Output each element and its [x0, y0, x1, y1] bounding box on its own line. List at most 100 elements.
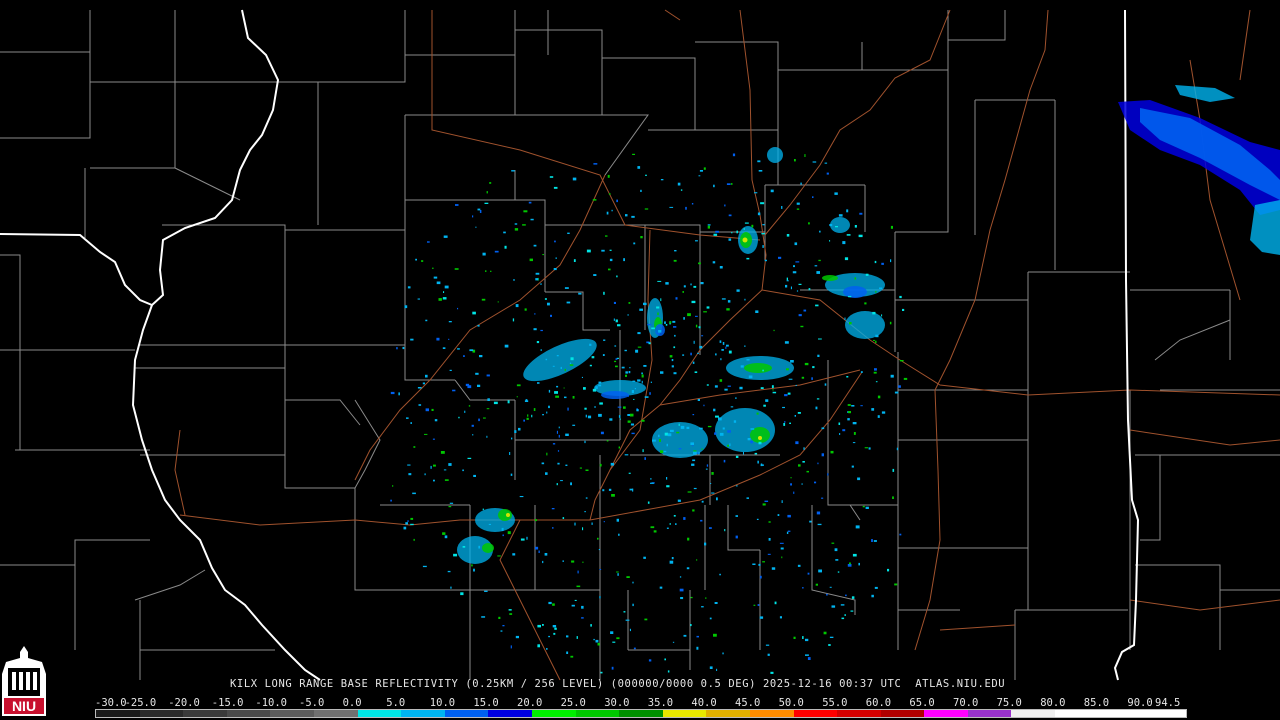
echo-speck [692, 459, 696, 462]
colorbar-segment [226, 710, 271, 717]
echo-speck [520, 538, 525, 541]
echo-speck [629, 628, 631, 632]
echo-speck [482, 508, 484, 511]
echo-speck [699, 170, 703, 172]
echo-speck [569, 364, 574, 366]
echo-speck [644, 457, 646, 460]
echo-speck [576, 636, 578, 639]
echo-speck [781, 206, 783, 209]
echo-speck [758, 563, 761, 566]
echo-speck [556, 430, 558, 434]
echo-speck [643, 556, 646, 559]
echo-speck [591, 356, 595, 359]
echo-speck [510, 645, 512, 649]
echo-speck [540, 283, 542, 285]
echo-speck [623, 611, 626, 613]
echo-speck [796, 290, 799, 292]
echo-speck [774, 601, 777, 605]
echo-speck [784, 341, 789, 344]
echo-speck [577, 570, 579, 574]
echo-speck [669, 321, 672, 324]
echo-speck [430, 465, 432, 469]
echo-speck [750, 441, 753, 443]
echo-speck [887, 568, 890, 572]
echo-speck [748, 375, 753, 379]
echo-speck [486, 191, 488, 194]
echo-speck [628, 371, 631, 374]
echo-speck [692, 509, 695, 512]
echo-speck [601, 249, 605, 252]
echo-speck [680, 425, 685, 429]
echo-speck [546, 411, 548, 414]
echo-speck [723, 459, 726, 463]
echo-speck [762, 245, 764, 248]
echo-speck [823, 631, 827, 635]
echo-speck [647, 501, 650, 504]
echo-speck [682, 354, 685, 356]
echo-speck [475, 372, 479, 375]
echo-speck [443, 469, 447, 471]
echo-speck [433, 464, 436, 467]
echo-speck [608, 268, 611, 271]
echo-speck [537, 644, 540, 648]
echo-speck [508, 609, 512, 611]
echo-speck [762, 561, 765, 563]
echo-speck [770, 189, 774, 193]
echo-speck [514, 223, 518, 225]
echo-speck [829, 636, 834, 638]
echo-speck [406, 417, 409, 419]
echo-speck [621, 366, 625, 369]
echo-speck [848, 411, 851, 414]
echo-speck [746, 257, 750, 260]
echo-speck [567, 232, 570, 234]
echo-speck [610, 631, 614, 634]
echo-speck [544, 553, 548, 556]
echo-speck [690, 624, 692, 627]
echo-speck [656, 306, 660, 309]
echo-speck [682, 291, 684, 293]
echo-speck [503, 231, 506, 234]
echo-speck [771, 567, 776, 570]
echo-speck [432, 267, 434, 269]
echo-speck [571, 604, 575, 607]
echo-speck [479, 355, 483, 358]
echo-speck [560, 480, 563, 482]
echo-speck [875, 290, 877, 293]
reflectivity-colorbar [95, 709, 1187, 718]
echo-speck [565, 433, 569, 436]
echo-speck [687, 491, 692, 493]
echo-speck [473, 474, 476, 477]
echo-speck [794, 242, 798, 246]
echo-speck [691, 203, 694, 205]
echo-speck [572, 424, 576, 426]
echo-speck [548, 405, 550, 409]
echo-speck [894, 583, 898, 586]
echo-speck [633, 647, 636, 650]
echo-speck [592, 388, 597, 392]
echo-speck [801, 483, 803, 485]
echo-speck [719, 266, 723, 269]
echo-speck [727, 385, 731, 387]
echo-speck [669, 429, 674, 432]
echo-speck [542, 560, 544, 564]
echo-speck [548, 635, 550, 638]
echo-speck [808, 222, 810, 225]
echo-speck [635, 349, 639, 353]
echo-speck [797, 564, 801, 567]
echo-speck [542, 254, 544, 256]
echo-speck [671, 365, 674, 368]
echo-speck [690, 442, 694, 445]
echo-speck [760, 387, 764, 389]
echo-speck [672, 320, 676, 323]
echo-speck [606, 211, 609, 215]
echo-speck [852, 553, 857, 557]
echo-speck [848, 295, 852, 298]
echo-speck [772, 391, 777, 394]
product-caption: KILX LONG RANGE BASE REFLECTIVITY (0.25K… [230, 678, 1006, 690]
echo-speck [490, 270, 492, 272]
echo-speck [581, 376, 583, 378]
echo-speck [599, 402, 603, 405]
echo-speck [692, 361, 695, 364]
echo-speck [657, 280, 662, 282]
echo-speck [623, 258, 625, 262]
